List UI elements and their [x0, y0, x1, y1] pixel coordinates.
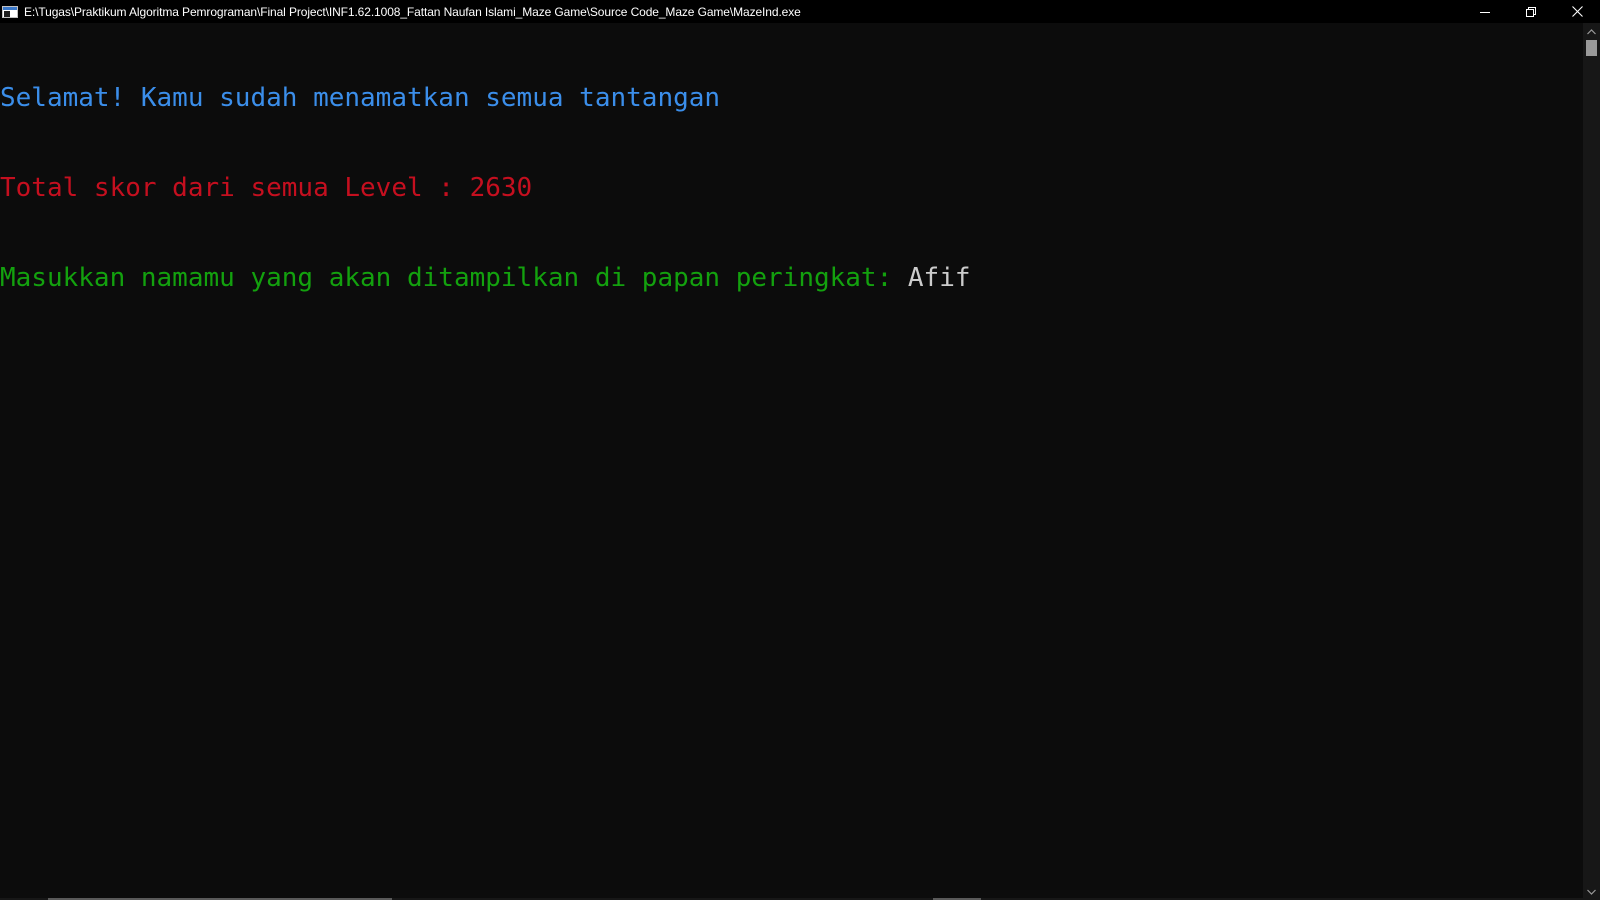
- chevron-down-icon: [1587, 889, 1596, 895]
- close-icon: [1571, 6, 1583, 17]
- window-controls: [1462, 0, 1600, 23]
- congratulation-message: Selamat! Kamu sudah menamatkan semua tan…: [0, 83, 721, 113]
- restore-icon: [1526, 6, 1536, 17]
- scroll-up-button[interactable]: [1583, 23, 1600, 40]
- scroll-down-button[interactable]: [1583, 883, 1600, 900]
- restore-button[interactable]: [1508, 0, 1554, 23]
- vertical-scrollbar[interactable]: [1583, 23, 1600, 900]
- name-prompt: Masukkan namamu yang akan ditampilkan di…: [0, 263, 908, 293]
- total-score-line: Total skor dari semua Level : 2630: [0, 173, 533, 203]
- name-input[interactable]: Afif: [908, 263, 971, 293]
- chevron-up-icon: [1587, 28, 1596, 34]
- console-app-icon[interactable]: [2, 5, 18, 18]
- title-bar[interactable]: E:\Tugas\Praktikum Algoritma Pemrograman…: [0, 0, 1600, 23]
- console-output[interactable]: Selamat! Kamu sudah menamatkan semua tan…: [0, 23, 1583, 898]
- minimize-button[interactable]: [1462, 0, 1508, 23]
- window-title: E:\Tugas\Praktikum Algoritma Pemrograman…: [24, 4, 801, 19]
- scroll-thumb[interactable]: [1586, 40, 1597, 56]
- minimize-icon: [1480, 11, 1490, 13]
- name-prompt-line: Masukkan namamu yang akan ditampilkan di…: [0, 263, 1583, 293]
- console-window: E:\Tugas\Praktikum Algoritma Pemrograman…: [0, 0, 1600, 900]
- close-button[interactable]: [1554, 0, 1600, 23]
